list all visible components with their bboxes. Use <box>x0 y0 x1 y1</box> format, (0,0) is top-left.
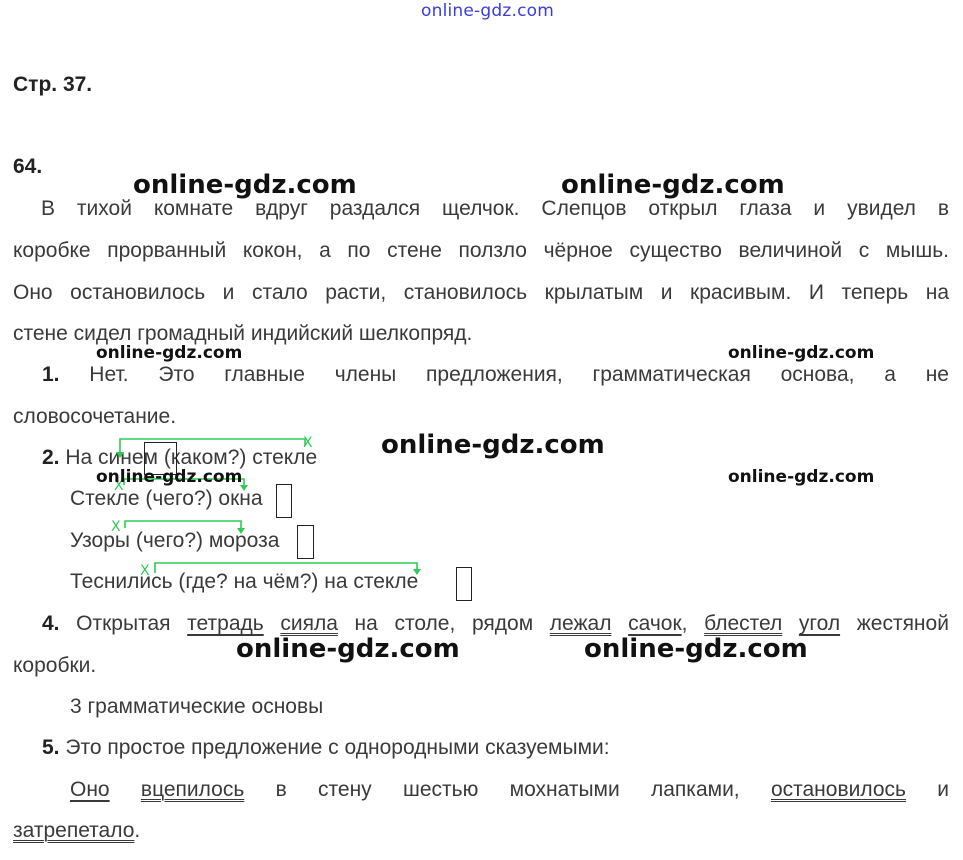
word-shestyu: шестью <box>402 778 479 801</box>
page-label: Стр. 37. <box>13 73 93 96</box>
answer-2-phrase-2: Стекле (чего?) окна <box>70 487 263 511</box>
answer-1-line-1: 1. Нет. Это главные члены предложения, г… <box>13 362 949 388</box>
answer-4-number: 4. <box>42 612 60 635</box>
phrase-3-part-a: Узоры (чего?) мороз <box>70 529 268 552</box>
answer-5-number: 5. <box>42 736 60 759</box>
paragraph-line-3: Оно остановилось и стало расти, становил… <box>13 281 949 304</box>
phrase-3-ending: а <box>267 529 280 552</box>
answer-4-line-1: 4. Открытая тетрадь сияла на столе, рядо… <box>13 611 949 637</box>
answer-2-number: 2. <box>42 446 60 469</box>
ending-box-4 <box>456 567 472 601</box>
watermark-5: online-gdz.com <box>381 430 605 460</box>
ending-box-2 <box>276 484 292 518</box>
phrase-4-part-a: Теснились (где? на чём?) на стекл <box>70 570 407 593</box>
word-zhestyanoy: жестяной <box>856 612 949 635</box>
predicate-siyala: сияла <box>280 612 338 635</box>
watermark-3: online-gdz.com <box>96 343 243 363</box>
predicate-blestel: блестел <box>704 612 783 635</box>
watermark-6: online-gdz.com <box>96 467 243 487</box>
top-watermark: online-gdz.com <box>421 1 555 21</box>
answer-4-note: 3 грамматические основы <box>70 695 324 718</box>
word-stenu: стену <box>318 778 372 801</box>
answer-5-line-2: Оно вцепилось в стену шестью мохнатыми л… <box>13 777 949 803</box>
subject-ugol: угол <box>798 612 841 635</box>
subject-ono: Оно <box>70 778 110 801</box>
subject-sachok: сачок <box>628 612 682 635</box>
word-i: и <box>937 778 949 801</box>
subject-tetrad: тетрадь <box>187 612 264 635</box>
word-lapkami: лапками, <box>651 778 740 801</box>
answer-5-text: Это простое предложение с однородными ск… <box>65 736 610 759</box>
watermark-4: online-gdz.com <box>728 343 875 363</box>
answer-2-phrase-4: Теснились (где? на чём?) на стекле <box>70 570 418 594</box>
comma: , <box>681 612 688 635</box>
answer-1-number: 1. <box>42 363 60 386</box>
phrase-2-part-a: Стекле (чего?) окн <box>70 487 251 510</box>
answer-5-line-3: затрепетало. <box>13 819 140 843</box>
predicate-ostanovilos: остановилось <box>770 778 906 801</box>
words-na-stole-ryadom: на столе, рядом <box>354 612 534 635</box>
paragraph-line-2: коробке прорванный кокон, а по стене пол… <box>13 239 949 262</box>
predicate-zatrepetalo: затрепетало <box>13 819 135 842</box>
exercise-number: 64. <box>13 155 43 178</box>
predicate-vtsepilos: вцепилось <box>140 778 245 801</box>
watermark-1: online-gdz.com <box>133 170 357 200</box>
phrase-4-ending: е <box>406 570 419 593</box>
phrase-1-part-a: На син <box>65 446 132 469</box>
answer-2-phrase-3: Узоры (чего?) мороза <box>70 529 279 553</box>
ending-box-3 <box>297 525 314 559</box>
word-mokhnatymi: мохнатыми <box>509 778 620 801</box>
predicate-lezhal: лежал <box>549 612 612 635</box>
watermark-8: online-gdz.com <box>236 634 460 664</box>
answer-1-line-2: словосочетание. <box>13 405 177 428</box>
word-v: в <box>275 778 287 801</box>
phrase-2-ending: а <box>250 487 263 510</box>
answer-5-line-1: 5. Это простое предложение с однородными… <box>42 736 610 760</box>
word-otkrytaya: Открытая <box>76 612 171 635</box>
watermark-7: online-gdz.com <box>728 467 875 487</box>
watermark-9: online-gdz.com <box>584 634 808 664</box>
period: . <box>134 819 141 842</box>
phrase-1-part-c: (каком?) стекле <box>158 446 318 469</box>
answer-1-text: Нет. Это главные члены предложения, грам… <box>89 363 949 386</box>
answer-4-line-2: коробки. <box>13 654 97 677</box>
watermark-2: online-gdz.com <box>561 170 785 200</box>
arrow-line-3 <box>124 520 242 528</box>
